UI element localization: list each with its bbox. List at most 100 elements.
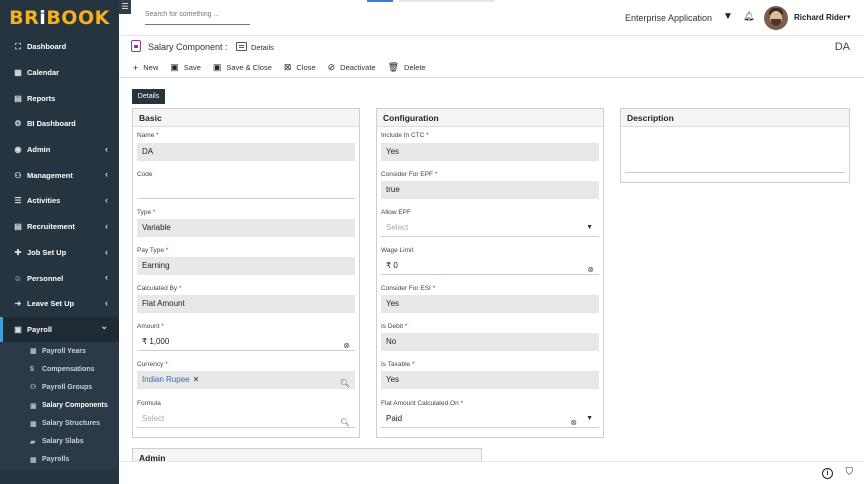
details-view-icon[interactable]	[236, 42, 247, 51]
remove-chip-icon[interactable]: ✕	[193, 375, 200, 384]
search-icon[interactable]: 🔍︎	[340, 414, 350, 432]
sidebar-item-label: BI Dashboard	[27, 119, 76, 129]
sidebar-subitem-salary-structures[interactable]: ▦ Salary Structures	[0, 415, 119, 433]
sidebar-item-activities[interactable]: ☰ Activities ‹	[0, 188, 119, 214]
name-field[interactable]: DA	[137, 143, 355, 161]
sidebar-item-personnel[interactable]: ☺ Personnel ‹	[0, 265, 119, 291]
sidebar-subitem-compensations[interactable]: $ Compensations	[0, 360, 119, 378]
info-icon[interactable]: i	[822, 468, 833, 479]
sidebar-item-label: Admin	[27, 145, 51, 155]
chevron-left-icon[interactable]: ‹	[105, 221, 108, 231]
type-label-text: Type	[137, 209, 152, 216]
new-button[interactable]: + New	[133, 63, 158, 73]
consider-esi-field[interactable]: Yes	[381, 295, 599, 313]
calendar-icon: ▦	[14, 68, 22, 78]
description-panel: Description	[620, 108, 850, 183]
flat-amount-calc-select[interactable]: Paid ⊗ ▼	[381, 410, 599, 428]
view-label[interactable]: Details	[251, 43, 274, 52]
menu-toggle-icon[interactable]: ☰	[119, 0, 131, 14]
shield-check-icon[interactable]: ⛉	[846, 467, 854, 478]
sidebar-item-bi-dashboard[interactable]: ⚙ BI Dashboard	[0, 111, 119, 137]
calculated-by-field[interactable]: Flat Amount	[137, 295, 355, 313]
sidebar-subitem-salary-components[interactable]: ▣ Salary Components	[0, 397, 119, 415]
chevron-down-icon[interactable]: ▼	[586, 219, 593, 237]
avatar-beard	[771, 19, 781, 26]
reports-icon: ▤	[14, 93, 22, 103]
sidebar: BR i BOOK ⛶ Dashboard ▦ Calendar ▤ Reports ⚙ BI D…	[0, 0, 119, 484]
filter-icon[interactable]: ▼	[723, 11, 733, 22]
leave-setup-icon: ➜	[14, 299, 22, 309]
sidebar-subitem-label: Salary Components	[42, 402, 108, 410]
search-box[interactable]	[145, 9, 250, 25]
app-name[interactable]: Enterprise Application	[625, 13, 712, 23]
wage-limit-field[interactable]: ₹ 0 ⊗	[381, 257, 599, 275]
sidebar-subitem-payroll-years[interactable]: ▦ Payroll Years	[0, 342, 119, 360]
save-close-button[interactable]: ▣ Save & Close	[213, 62, 272, 73]
payroll-groups-icon: ⚇	[30, 384, 37, 392]
tab-indicator[interactable]	[399, 0, 495, 2]
include-ctc-label: Include In CTC *	[381, 132, 429, 139]
avatar[interactable]	[764, 6, 788, 30]
close-button[interactable]: ⊠ Close	[284, 62, 316, 73]
save-button[interactable]: ▣ Save	[170, 62, 201, 73]
formula-field[interactable]: Select 🔍︎	[137, 410, 355, 428]
pay-type-field[interactable]: Earning	[137, 257, 355, 275]
bell-icon[interactable]: 🔔︎	[743, 11, 754, 22]
include-ctc-field[interactable]: Yes	[381, 143, 599, 161]
sidebar-item-calendar[interactable]: ▦ Calendar	[0, 60, 119, 86]
code-field[interactable]	[137, 181, 355, 199]
sidebar-item-management[interactable]: ⚇ Management ‹	[0, 162, 119, 188]
chevron-down-icon[interactable]: ⌄	[100, 321, 108, 332]
clear-icon[interactable]: ⊗	[587, 261, 594, 279]
tab-indicator-active[interactable]	[367, 0, 393, 2]
tab-details[interactable]: Details	[132, 89, 165, 104]
sidebar-subitem-payroll-groups[interactable]: ⚇ Payroll Groups	[0, 378, 119, 396]
sidebar-item-label: Job Set Up	[27, 247, 67, 257]
amount-label-text: Amount	[137, 323, 160, 330]
sidebar-subitem-label: Salary Slabs	[42, 438, 84, 446]
type-field[interactable]: Variable	[137, 219, 355, 237]
user-name[interactable]: Richard Rider	[794, 13, 846, 22]
clear-icon[interactable]: ⊗	[343, 337, 350, 355]
is-debit-field[interactable]: No	[381, 333, 599, 351]
currency-chip[interactable]: Indian Rupee	[142, 375, 190, 384]
flat-amount-calc-label-text: Flat Amount Calculated On	[381, 400, 459, 407]
search-icon[interactable]: 🔍︎	[340, 375, 350, 393]
amount-label: Amount *	[137, 323, 164, 330]
type-label: Type *	[137, 209, 155, 216]
search-input[interactable]	[145, 9, 250, 18]
user-caret-icon[interactable]: ▾	[847, 13, 851, 21]
consider-epf-field[interactable]: true	[381, 181, 599, 199]
chevron-left-icon[interactable]: ‹	[105, 298, 108, 308]
currency-label: Currency *	[137, 361, 168, 368]
chevron-left-icon[interactable]: ‹	[105, 195, 108, 205]
chevron-left-icon[interactable]: ‹	[105, 272, 108, 282]
allow-epf-select[interactable]: Select ▼	[381, 219, 599, 237]
sidebar-item-admin[interactable]: ◉ Admin ‹	[0, 137, 119, 163]
formula-label: Formula	[137, 400, 161, 407]
clear-icon[interactable]: ⊗	[570, 414, 577, 432]
chevron-left-icon[interactable]: ‹	[105, 169, 108, 179]
title-bar: Salary Component : Details DA	[119, 36, 864, 58]
deactivate-button[interactable]: ⊘ Deactivate	[328, 62, 376, 73]
sidebar-item-dashboard[interactable]: ⛶ Dashboard	[0, 34, 119, 60]
sidebar-item-leave-set-up[interactable]: ➜ Leave Set Up ‹	[0, 291, 119, 317]
sidebar-item-job-set-up[interactable]: ✚ Job Set Up ‹	[0, 240, 119, 266]
delete-button[interactable]: 🗑︎ Delete	[388, 62, 426, 73]
sidebar-item-label: Leave Set Up	[27, 299, 75, 309]
sidebar-subitem-salary-slabs[interactable]: ▰ Salary Slabs	[0, 433, 119, 451]
amount-field[interactable]: ₹ 1,000 ⊗	[137, 333, 355, 351]
chevron-left-icon[interactable]: ‹	[105, 144, 108, 154]
chevron-down-icon[interactable]: ▼	[586, 410, 593, 428]
description-field[interactable]	[625, 133, 845, 173]
currency-field[interactable]: Indian Rupee ✕ 🔍︎	[137, 371, 355, 389]
wage-limit-label: Wage Limit	[381, 247, 414, 254]
chevron-left-icon[interactable]: ‹	[105, 247, 108, 257]
sidebar-item-reports[interactable]: ▤ Reports	[0, 85, 119, 111]
sidebar-item-label: Reports	[27, 93, 56, 103]
sidebar-subitem-payrolls[interactable]: ▦ Payrolls	[0, 451, 119, 469]
consider-esi-label-text: Consider For ESI	[381, 285, 431, 292]
sidebar-item-payroll[interactable]: ▣ Payroll ⌄	[0, 316, 119, 343]
is-taxable-field[interactable]: Yes	[381, 371, 599, 389]
sidebar-item-recruitement[interactable]: ▤ Recruitement ‹	[0, 214, 119, 240]
